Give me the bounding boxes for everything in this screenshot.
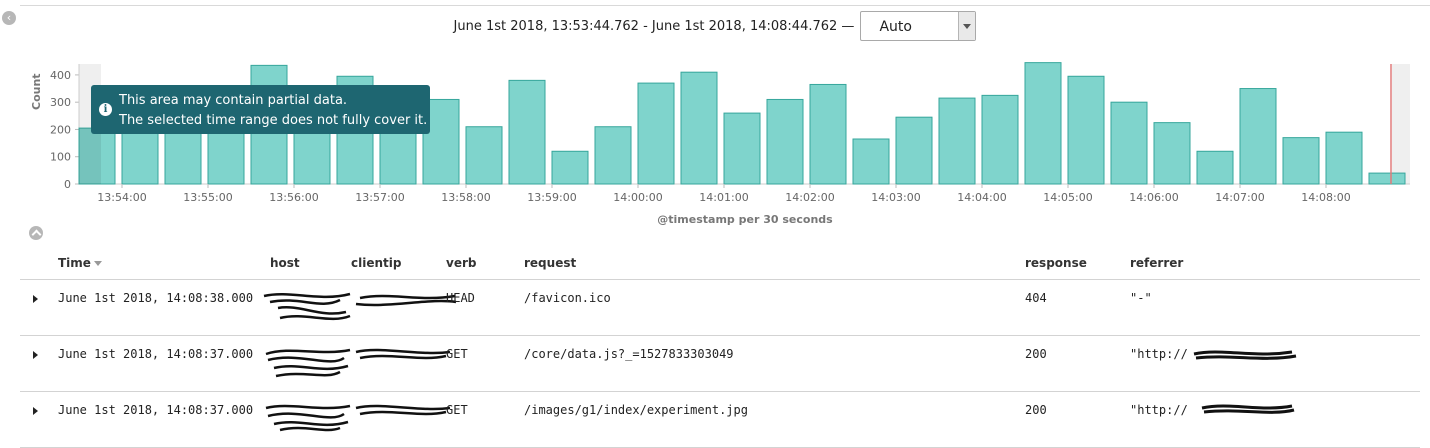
info-icon: i <box>99 103 112 116</box>
x-tick-label: 14:04:00 <box>957 191 1006 204</box>
x-tick-label: 14:01:00 <box>699 191 748 204</box>
tooltip-line-1: This area may contain partial data. <box>119 93 348 108</box>
cell-response: 200 <box>1025 347 1047 361</box>
cell-response: 404 <box>1025 291 1047 305</box>
cell-time: June 1st 2018, 14:08:37.000 <box>58 347 254 361</box>
x-tick-label: 13:59:00 <box>527 191 576 204</box>
cell-referrer: "-" <box>1130 291 1152 305</box>
x-tick-label: 13:56:00 <box>269 191 318 204</box>
cell-request: /core/data.js?_=1527833303049 <box>524 347 734 361</box>
y-tick-label: 200 <box>50 123 71 136</box>
histogram-bar[interactable] <box>723 112 761 185</box>
redacted-host-clientip <box>265 348 451 378</box>
expand-row-icon[interactable] <box>33 351 38 359</box>
histogram-bar[interactable] <box>766 98 804 185</box>
histogram-bar[interactable] <box>1196 150 1234 185</box>
cell-time: June 1st 2018, 14:08:38.000 <box>58 291 254 305</box>
redacted-host-clientip <box>265 404 451 432</box>
column-header-response[interactable]: response <box>1025 256 1087 270</box>
interval-select[interactable]: Auto <box>860 11 977 41</box>
table-row[interactable]: June 1st 2018, 14:08:38.000 HEAD /favico… <box>20 280 1420 336</box>
histogram[interactable]: 0 100 200 300 400 13:54:00 13:55:00 13:56:00 13:… <box>0 55 1430 230</box>
cell-verb: HEAD <box>446 291 475 305</box>
x-tick-label: 14:02:00 <box>785 191 834 204</box>
collapse-chart-icon[interactable] <box>29 226 43 240</box>
interval-value: Auto <box>879 19 912 35</box>
column-header-time[interactable]: Time <box>58 256 102 270</box>
histogram-bar[interactable] <box>1282 137 1320 185</box>
x-tick-label: 13:58:00 <box>441 191 490 204</box>
histogram-bar[interactable] <box>1325 131 1363 185</box>
histogram-bar[interactable] <box>508 79 546 185</box>
histogram-bar[interactable] <box>594 126 632 185</box>
histogram-bar[interactable] <box>1153 122 1191 185</box>
expand-row-icon[interactable] <box>33 295 38 303</box>
histogram-bar[interactable] <box>1110 101 1148 185</box>
x-tick-label: 14:07:00 <box>1215 191 1264 204</box>
x-tick-label: 14:08:00 <box>1301 191 1350 204</box>
column-header-host[interactable]: host <box>270 256 300 270</box>
cell-request: /favicon.ico <box>524 291 611 305</box>
y-tick-label: 400 <box>50 69 71 82</box>
histogram-bar[interactable] <box>207 127 245 185</box>
y-axis-label: Count <box>30 73 43 110</box>
table-row[interactable]: June 1st 2018, 14:08:37.000 GET /core/da… <box>20 336 1420 392</box>
column-header-referrer[interactable]: referrer <box>1130 256 1183 270</box>
redacted-host-clientip <box>263 292 457 321</box>
table-row[interactable]: June 1st 2018, 14:08:37.000 GET /images/… <box>20 392 1420 448</box>
histogram-bar[interactable] <box>1368 172 1406 185</box>
histogram-bar[interactable] <box>852 138 890 185</box>
partial-data-tooltip: i This area may contain partial data. Th… <box>91 85 430 134</box>
histogram-bar[interactable] <box>809 83 847 185</box>
cell-request: /images/g1/index/experiment.jpg <box>524 403 748 417</box>
x-tick-label: 14:03:00 <box>871 191 920 204</box>
column-header-clientip[interactable]: clientip <box>351 256 401 270</box>
sort-desc-icon[interactable] <box>93 261 102 266</box>
partial-bar-overlay <box>79 128 101 184</box>
y-tick-label: 300 <box>50 96 71 109</box>
histogram-bar[interactable] <box>637 82 675 185</box>
x-tick-label: 13:55:00 <box>183 191 232 204</box>
table-header: Time host clientip verb request response… <box>20 248 1420 280</box>
cell-verb: GET <box>446 347 468 361</box>
histogram-svg: 0 100 200 300 400 13:54:00 13:55:00 13:56:00 13:… <box>50 62 1410 204</box>
cell-verb: GET <box>446 403 468 417</box>
redacted-referrer <box>1193 350 1297 360</box>
histogram-bar[interactable] <box>551 150 589 185</box>
histogram-bar[interactable] <box>680 71 718 185</box>
histogram-bar[interactable] <box>981 94 1019 185</box>
expand-row-icon[interactable] <box>33 407 38 415</box>
chevron-down-icon[interactable] <box>958 12 976 40</box>
x-tick-label: 14:00:00 <box>613 191 662 204</box>
redacted-referrer <box>1201 404 1295 414</box>
x-tick-label: 13:57:00 <box>355 191 404 204</box>
x-tick-label: 14:06:00 <box>1129 191 1178 204</box>
tooltip-line-2: The selected time range does not fully c… <box>119 113 428 128</box>
partial-data-area-right <box>1392 64 1410 184</box>
y-tick-label: 0 <box>64 178 71 191</box>
histogram-bar[interactable] <box>895 116 933 185</box>
column-header-verb[interactable]: verb <box>446 256 476 270</box>
histogram-bar[interactable] <box>164 126 202 185</box>
histogram-bar[interactable] <box>1239 88 1277 185</box>
cell-time: June 1st 2018, 14:08:37.000 <box>58 403 254 417</box>
histogram-bar[interactable] <box>121 124 159 185</box>
cell-response: 200 <box>1025 403 1047 417</box>
x-axis-label: @timestamp per 30 seconds <box>657 213 833 226</box>
cell-referrer: "http:// <box>1130 403 1188 417</box>
histogram-bar[interactable] <box>1067 75 1105 185</box>
x-tick-label: 14:05:00 <box>1043 191 1092 204</box>
time-range-text: June 1st 2018, 13:53:44.762 - June 1st 2… <box>453 18 855 34</box>
y-tick-label: 100 <box>50 151 71 164</box>
top-divider <box>20 5 1430 6</box>
x-tick-label: 13:54:00 <box>97 191 146 204</box>
histogram-bar[interactable] <box>1024 62 1062 185</box>
histogram-bar[interactable] <box>938 97 976 185</box>
time-range-bar: June 1st 2018, 13:53:44.762 - June 1st 2… <box>0 10 1430 42</box>
column-header-request[interactable]: request <box>524 256 576 270</box>
histogram-bar[interactable] <box>465 126 503 185</box>
cell-referrer: "http:// <box>1130 347 1188 361</box>
